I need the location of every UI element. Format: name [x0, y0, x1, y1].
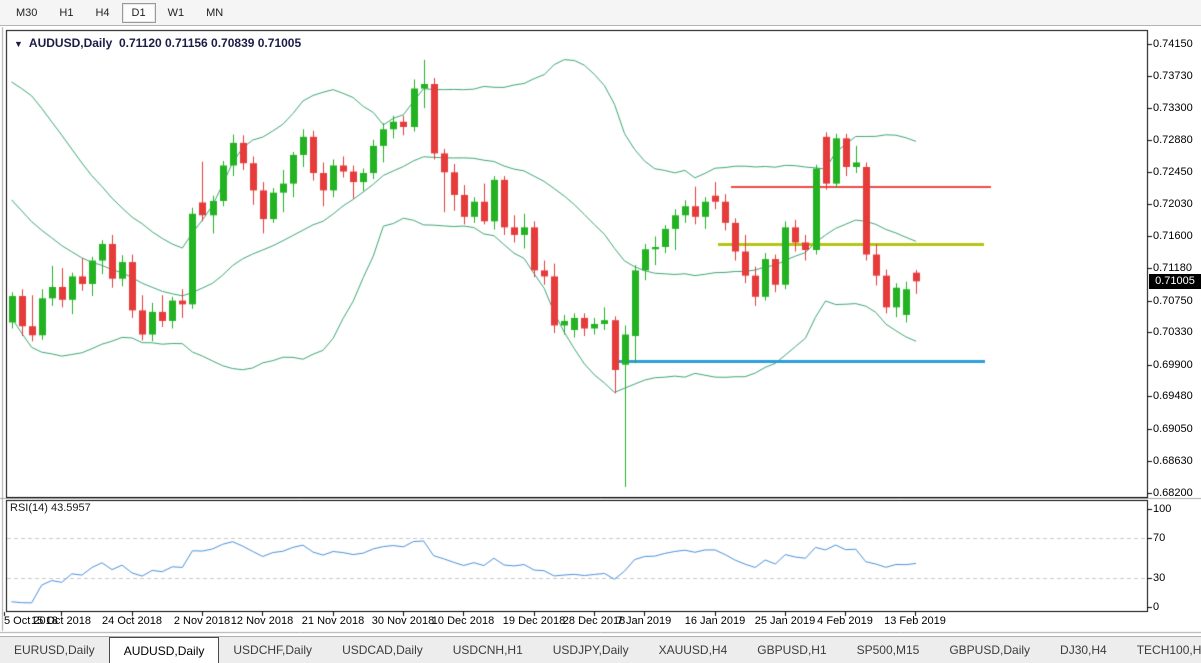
date-tick-label: 15 Oct 2018 — [31, 615, 91, 627]
price-tick-label: 0.72450 — [1153, 166, 1193, 178]
date-tick-label: 19 Dec 2018 — [503, 615, 565, 627]
timeframe-button-d1[interactable]: D1 — [122, 3, 156, 23]
symbol-tab-tech100-h1[interactable]: TECH100,H1 — [1123, 637, 1201, 663]
rsi-tick-label: 100 — [1153, 503, 1171, 515]
date-tick-label: 4 Feb 2019 — [817, 615, 873, 627]
symbol-name: AUDUSD,Daily — [29, 36, 112, 50]
price-tick-label: 0.72030 — [1153, 198, 1193, 210]
symbol-tab-bar: EURUSD,DailyAUDUSD,DailyUSDCHF,DailyUSDC… — [0, 636, 1201, 663]
date-tick-label: 13 Feb 2019 — [884, 615, 946, 627]
price-tick-label: 0.74150 — [1153, 38, 1193, 50]
date-tick-label: 25 Jan 2019 — [755, 615, 816, 627]
symbol-tab-usdcad-daily[interactable]: USDCAD,Daily — [328, 637, 437, 663]
price-tick-label: 0.68630 — [1153, 455, 1193, 467]
timeframe-toolbar: M30H1H4D1W1MN — [0, 0, 1201, 26]
symbol-tab-xauusd-h4[interactable]: XAUUSD,H4 — [645, 637, 742, 663]
ohlc-quote: 0.71120 0.71156 0.70839 0.71005 — [119, 36, 301, 50]
symbol-tab-gbpusd-daily[interactable]: GBPUSD,Daily — [935, 637, 1044, 663]
symbol-tab-sp500-m15[interactable]: SP500,M15 — [843, 637, 934, 663]
date-tick-label: 7 Jan 2019 — [617, 615, 671, 627]
price-tick-label: 0.73730 — [1153, 70, 1193, 82]
date-tick-label: 12 Nov 2018 — [231, 615, 293, 627]
symbol-tab-usdchf-daily[interactable]: USDCHF,Daily — [219, 637, 326, 663]
rsi-tick-label: 0 — [1153, 601, 1159, 613]
chevron-down-icon: ▼ — [14, 39, 23, 49]
price-tick-label: 0.69480 — [1153, 390, 1193, 402]
mt4-window: M30H1H4D1W1MN ▼ AUDUSD,Daily 0.71120 0.71… — [0, 0, 1201, 662]
price-tick-label: 0.68200 — [1153, 487, 1193, 499]
symbol-tab-usdcnh-h1[interactable]: USDCNH,H1 — [439, 637, 537, 663]
price-tick-label: 0.72880 — [1153, 134, 1193, 146]
price-tick-label: 0.70330 — [1153, 326, 1193, 338]
date-tick-label: 2 Nov 2018 — [174, 615, 230, 627]
price-tick-label: 0.71180 — [1153, 262, 1192, 274]
price-tick-label: 0.73300 — [1153, 102, 1193, 114]
symbol-tab-dj30-h4[interactable]: DJ30,H4 — [1046, 637, 1121, 663]
symbol-tab-gbpusd-h1[interactable]: GBPUSD,H1 — [743, 637, 840, 663]
chart-title: ▼ AUDUSD,Daily 0.71120 0.71156 0.70839 0.… — [14, 36, 301, 50]
symbol-tab-audusd-daily[interactable]: AUDUSD,Daily — [109, 637, 220, 663]
price-tick-label: 0.70750 — [1153, 295, 1193, 307]
timeframe-button-w1[interactable]: W1 — [158, 3, 195, 23]
price-tick-label: 0.69900 — [1153, 359, 1193, 371]
date-tick-label: 30 Nov 2018 — [372, 615, 434, 627]
date-tick-label: 21 Nov 2018 — [302, 615, 364, 627]
timeframe-button-h4[interactable]: H4 — [85, 3, 119, 23]
rsi-tick-label: 30 — [1153, 572, 1165, 584]
symbol-tab-usdjpy-daily[interactable]: USDJPY,Daily — [539, 637, 643, 663]
timeframe-button-h1[interactable]: H1 — [49, 3, 83, 23]
date-tick-label: 16 Jan 2019 — [685, 615, 746, 627]
timeframe-button-m30[interactable]: M30 — [6, 3, 47, 23]
date-tick-label: 24 Oct 2018 — [102, 615, 162, 627]
date-tick-label: 10 Dec 2018 — [432, 615, 494, 627]
price-tick-label: 0.71600 — [1153, 230, 1193, 242]
rsi-indicator-label: RSI(14) 43.5957 — [10, 502, 91, 514]
current-price-tag: 0.71005 — [1149, 274, 1201, 289]
price-tick-label: 0.69050 — [1153, 423, 1193, 435]
symbol-tab-eurusd-daily[interactable]: EURUSD,Daily — [0, 637, 109, 663]
timeframe-button-mn[interactable]: MN — [196, 3, 233, 23]
rsi-tick-label: 70 — [1153, 532, 1165, 544]
price-chart-canvas[interactable] — [0, 0, 1201, 662]
